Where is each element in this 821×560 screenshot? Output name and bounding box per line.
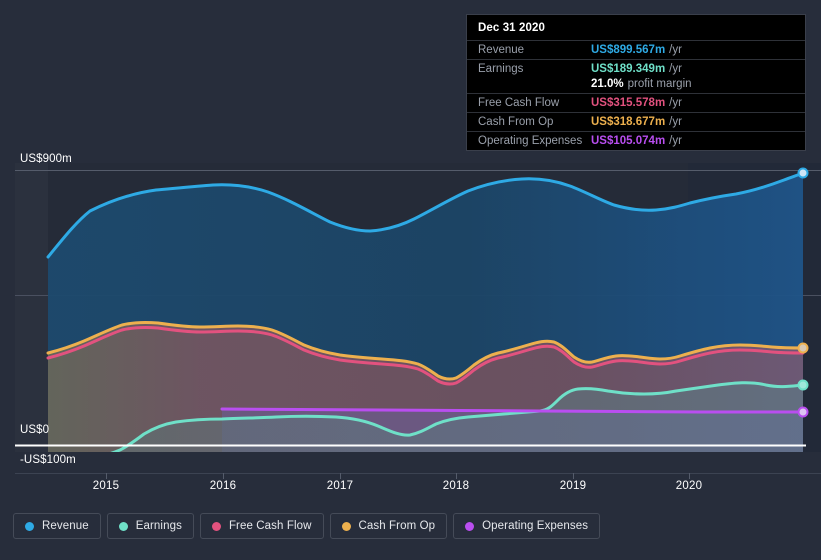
tooltip-label-operating-expenses: Operating Expenses: [478, 135, 583, 147]
tooltip-row-profit-margin: 21.0% profit margin: [467, 78, 805, 93]
legend-item-earnings[interactable]: Earnings: [106, 513, 194, 539]
chart-legend: Revenue Earnings Free Cash Flow Cash Fro…: [13, 513, 601, 539]
endpoint-marker-earnings: [797, 379, 809, 391]
x-axis-tick-2019: 2019: [559, 480, 587, 492]
plot-background-left-band: [15, 163, 48, 452]
tooltip-row-cash-from-op: Cash From Op US$318.677m /yr: [467, 112, 805, 131]
tooltip-row-free-cash-flow: Free Cash Flow US$315.578m /yr: [467, 93, 805, 112]
tooltip-value-revenue: US$899.567m: [591, 44, 666, 56]
tooltip-label-revenue: Revenue: [478, 44, 525, 56]
legend-item-operating-expenses[interactable]: Operating Expenses: [453, 513, 601, 539]
tooltip-date: Dec 31 2020: [478, 22, 545, 34]
chart-tooltip: Dec 31 2020 Revenue US$899.567m /yr Earn…: [466, 14, 806, 151]
legend-label-operating-expenses: Operating Expenses: [482, 520, 589, 532]
y-axis-label-top: US$900m: [20, 153, 72, 165]
legend-item-free-cash-flow[interactable]: Free Cash Flow: [199, 513, 324, 539]
tooltip-value-free-cash-flow: US$315.578m: [591, 97, 666, 109]
x-axis-tick-2015: 2015: [92, 480, 120, 492]
tooltip-label-earnings: Earnings: [478, 63, 524, 75]
y-axis-label-zero: US$0: [20, 424, 50, 436]
legend-dot-operating-expenses: [465, 521, 475, 531]
tooltip-label-cash-from-op: Cash From Op: [478, 116, 554, 128]
tooltip-value-operating-expenses: US$105.074m: [591, 135, 666, 147]
tooltip-row-earnings: Earnings US$189.349m /yr: [467, 59, 805, 78]
x-axis-tick-2016: 2016: [209, 480, 237, 492]
tooltip-label-free-cash-flow: Free Cash Flow: [478, 97, 560, 109]
legend-dot-cash-from-op: [341, 521, 351, 531]
legend-label-revenue: Revenue: [42, 520, 89, 532]
legend-label-earnings: Earnings: [135, 520, 182, 532]
tooltip-row-revenue: Revenue US$899.567m /yr: [467, 40, 805, 59]
chart-page: US$900m US$0 -US$100m 2015 2016 2017 201…: [0, 0, 821, 560]
endpoint-marker-cash-from-op: [797, 342, 809, 354]
legend-item-revenue[interactable]: Revenue: [13, 513, 101, 539]
tooltip-unit-revenue: /yr: [669, 44, 682, 56]
tooltip-unit-cash-from-op: /yr: [669, 116, 682, 128]
tooltip-unit-earnings: /yr: [669, 63, 682, 75]
x-axis-tick-2018: 2018: [442, 480, 470, 492]
tooltip-value-profit-margin: 21.0%: [591, 78, 624, 90]
x-axis-tick-2020: 2020: [675, 480, 703, 492]
tooltip-unit-free-cash-flow: /yr: [669, 97, 682, 109]
y-axis-label-negative: -US$100m: [20, 454, 76, 466]
legend-dot-earnings: [118, 521, 128, 531]
legend-dot-revenue: [25, 521, 34, 531]
x-axis-tick-2017: 2017: [326, 480, 354, 492]
endpoint-marker-operating-expenses: [797, 406, 809, 418]
tooltip-row-operating-expenses: Operating Expenses US$105.074m /yr: [467, 131, 805, 150]
legend-dot-free-cash-flow: [211, 521, 221, 531]
legend-label-cash-from-op: Cash From Op: [358, 520, 436, 532]
legend-item-cash-from-op[interactable]: Cash From Op: [329, 513, 448, 539]
endpoint-marker-revenue: [797, 167, 809, 179]
tooltip-unit-profit-margin: profit margin: [627, 78, 692, 90]
legend-label-free-cash-flow: Free Cash Flow: [228, 520, 312, 532]
tooltip-value-cash-from-op: US$318.677m: [591, 116, 666, 128]
tooltip-unit-operating-expenses: /yr: [669, 135, 682, 147]
tooltip-value-earnings: US$189.349m: [591, 63, 666, 75]
